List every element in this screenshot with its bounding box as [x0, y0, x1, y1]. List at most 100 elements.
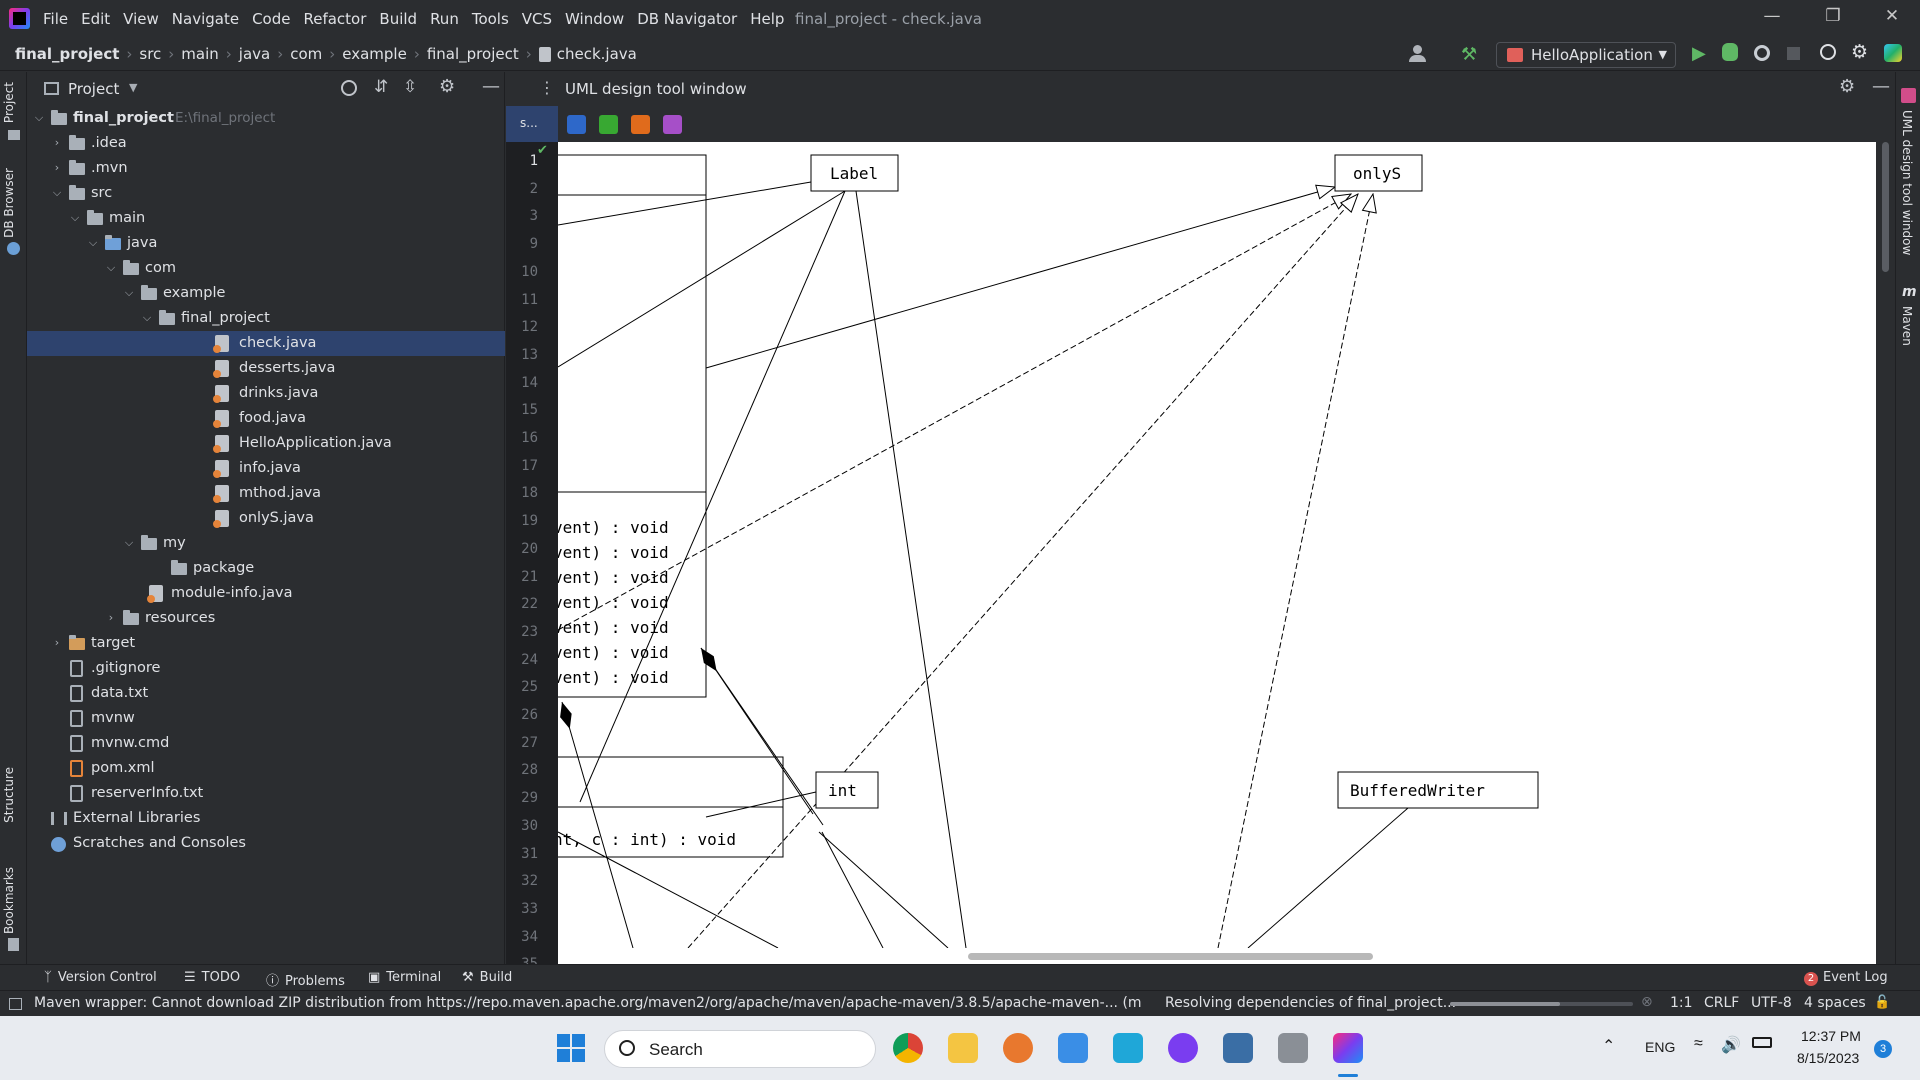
tree-row[interactable]: › resources — [27, 606, 505, 631]
tree-row[interactable]: ⌵ src — [27, 181, 505, 206]
menu-file[interactable]: File — [43, 10, 68, 28]
hide-icon[interactable]: — — [482, 76, 500, 97]
problems-tab[interactable]: ⓘ Problems — [266, 970, 345, 989]
virtualbox-icon[interactable] — [1223, 1033, 1253, 1063]
tree-row[interactable]: › .idea — [27, 131, 505, 156]
tree-row[interactable]: .gitignore — [27, 656, 505, 681]
tree-row[interactable]: data.txt — [27, 681, 505, 706]
intellij-taskbar-icon[interactable] — [1333, 1033, 1363, 1063]
clock-time[interactable]: 12:37 PM — [1801, 1028, 1861, 1044]
class-box-bottom[interactable] — [558, 756, 784, 808]
scrollbar-thumb[interactable] — [1882, 142, 1889, 272]
todo-tab[interactable]: ☰ TODO — [184, 970, 240, 985]
hide-icon[interactable]: — — [1872, 76, 1890, 97]
lock-icon[interactable]: 🔓 — [1874, 995, 1890, 1010]
menu-tools[interactable]: Tools — [472, 10, 509, 28]
tree-row[interactable]: drinks.java — [27, 381, 505, 406]
breadcrumb-item[interactable]: final_project — [15, 45, 119, 63]
line-separator[interactable]: CRLF — [1704, 995, 1739, 1011]
scrollbar-thumb[interactable] — [968, 953, 1373, 960]
breadcrumb-item[interactable]: main — [181, 45, 218, 63]
chevron-up-icon[interactable]: ⌃ — [1602, 1036, 1615, 1056]
file-encoding[interactable]: UTF-8 — [1751, 995, 1792, 1011]
tree-row[interactable]: info.java — [27, 456, 505, 481]
status-message[interactable]: Maven wrapper: Cannot download ZIP distr… — [34, 995, 1142, 1011]
uml-tool-tab[interactable]: UML design tool window — [1900, 110, 1914, 255]
editor-tab[interactable]: s... — [506, 106, 558, 142]
maven-tool-tab[interactable]: Maven — [1900, 306, 1914, 346]
version-control-tab[interactable]: ᛉ Version Control — [44, 970, 157, 985]
toolbox-icon[interactable] — [1884, 44, 1902, 62]
bolt-app-icon[interactable] — [1113, 1033, 1143, 1063]
indent-setting[interactable]: 4 spaces — [1804, 995, 1866, 1011]
breadcrumb-item[interactable]: src — [139, 45, 161, 63]
windows-start-icon[interactable] — [557, 1034, 585, 1062]
tree-row[interactable]: module-info.java — [27, 581, 505, 606]
menu-refactor[interactable]: Refactor — [303, 10, 366, 28]
structure-tool-tab[interactable]: Structure — [2, 767, 16, 823]
tree-row[interactable]: mvnw — [27, 706, 505, 731]
tree-row[interactable]: ⌵ main — [27, 206, 505, 231]
chevron-down-icon[interactable]: ▼ — [129, 81, 137, 94]
menu-vcs[interactable]: VCS — [522, 10, 552, 28]
tree-row[interactable]: › .mvn — [27, 156, 505, 181]
diagram-icon[interactable] — [567, 115, 586, 134]
vertical-scrollbar[interactable] — [1876, 142, 1895, 964]
tree-row[interactable]: reserverInfo.txt — [27, 781, 505, 806]
menu-build[interactable]: Build — [379, 10, 417, 28]
tree-row[interactable]: mvnw.cmd — [27, 731, 505, 756]
project-view-select[interactable]: Project — [68, 80, 119, 98]
breadcrumb-item[interactable]: java — [239, 45, 270, 63]
menu-run[interactable]: Run — [430, 10, 459, 28]
zoom-in-icon[interactable] — [599, 115, 618, 134]
tree-row[interactable]: package — [27, 556, 505, 581]
db-browser-tool-tab[interactable]: DB Browser — [2, 168, 16, 238]
run-icon[interactable]: ▶ — [1692, 43, 1706, 64]
settings-icon[interactable]: ⚙ — [439, 76, 455, 97]
taskbar-search[interactable]: Search — [604, 1030, 876, 1068]
tree-row[interactable]: food.java — [27, 406, 505, 431]
menu-view[interactable]: View — [123, 10, 159, 28]
database-icon[interactable] — [1278, 1033, 1308, 1063]
notepad-icon[interactable] — [1058, 1033, 1088, 1063]
menu-edit[interactable]: Edit — [81, 10, 110, 28]
menu-db-navigator[interactable]: DB Navigator — [637, 10, 737, 28]
horizontal-scrollbar[interactable] — [558, 948, 1876, 964]
menu-navigate[interactable]: Navigate — [172, 10, 239, 28]
minimize-icon[interactable]: — — [1757, 6, 1787, 30]
user-icon[interactable] — [1408, 45, 1428, 63]
settings-icon[interactable]: ⚙ — [1851, 41, 1868, 63]
more-options-icon[interactable]: ⋮ — [539, 78, 555, 97]
breadcrumb-item[interactable]: example — [342, 45, 407, 63]
tree-row[interactable]: onlyS.java — [27, 506, 505, 531]
panel-toggle-icon[interactable] — [9, 998, 22, 1010]
tor-browser-icon[interactable] — [1168, 1033, 1198, 1063]
breadcrumb-item[interactable]: final_project — [427, 45, 519, 63]
tree-row[interactable]: ⌵ final_project — [27, 306, 505, 331]
tree-row-selected[interactable]: check.java — [27, 331, 505, 356]
tree-row[interactable]: › target — [27, 631, 505, 656]
tree-row[interactable]: ⌵ com — [27, 256, 505, 281]
tree-row[interactable]: ⌵ final_project E:\final_project — [27, 106, 505, 131]
locate-icon[interactable] — [341, 80, 357, 96]
menu-help[interactable]: Help — [750, 10, 784, 28]
volume-icon[interactable]: 🔊 — [1721, 1035, 1741, 1055]
uml-canvas[interactable]: Label onlyS int BufferedWriter vent) : v… — [558, 142, 1876, 948]
tree-row[interactable]: External Libraries — [27, 806, 505, 831]
tree-row[interactable]: Scratches and Consoles — [27, 831, 505, 856]
tree-row[interactable]: mthod.java — [27, 481, 505, 506]
clock-date[interactable]: 8/15/2023 — [1797, 1050, 1859, 1066]
restore-icon[interactable]: ❐ — [1818, 6, 1848, 30]
menu-code[interactable]: Code — [252, 10, 290, 28]
close-icon[interactable]: ✕ — [1877, 6, 1907, 30]
expand-all-icon[interactable]: ⇵ — [374, 77, 388, 97]
breadcrumb-item[interactable]: com — [290, 45, 322, 63]
debug-icon[interactable] — [1722, 43, 1738, 61]
battery-icon[interactable] — [1752, 1037, 1772, 1048]
file-explorer-icon[interactable] — [948, 1033, 978, 1063]
collapse-all-icon[interactable]: ⇳ — [403, 77, 417, 97]
tree-row[interactable]: pom.xml — [27, 756, 505, 781]
search-icon[interactable] — [1820, 44, 1836, 60]
breadcrumb-item[interactable]: check.java — [557, 45, 637, 63]
tree-row[interactable]: ⌵ java — [27, 231, 505, 256]
